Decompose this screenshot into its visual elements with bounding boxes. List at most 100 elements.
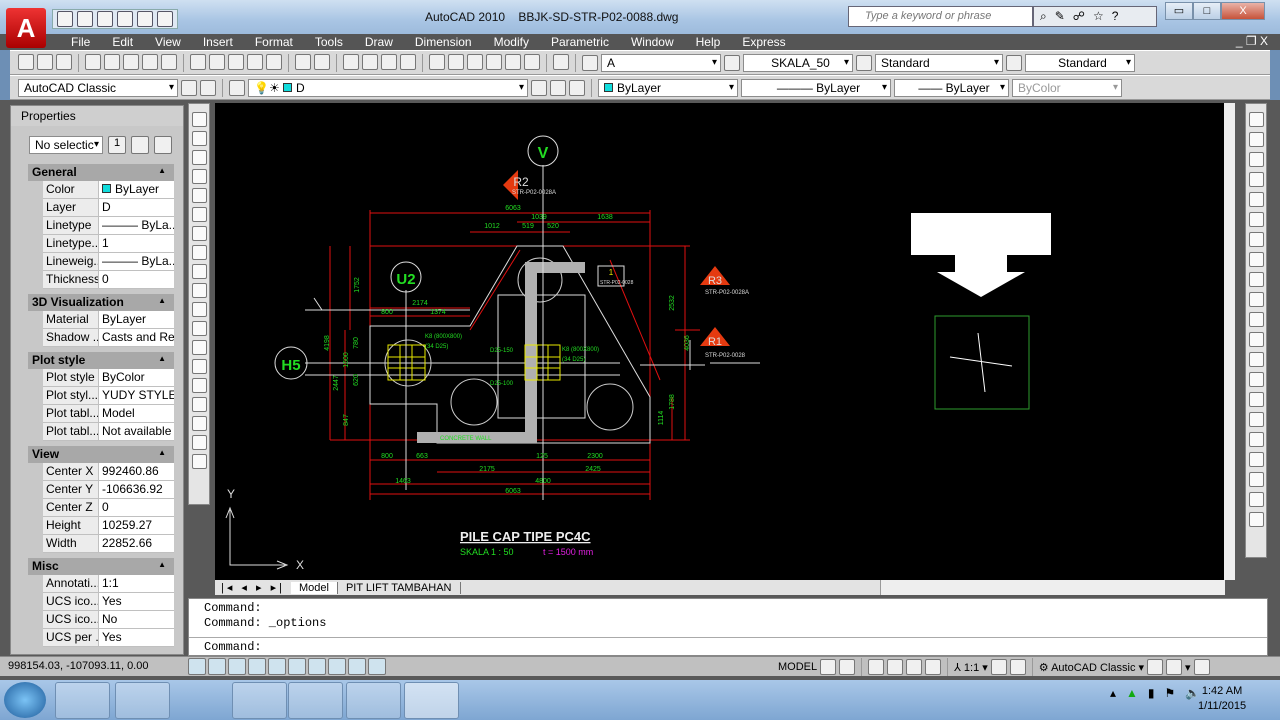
help-icon[interactable]: ? [1112,9,1119,24]
menu-dimension[interactable]: Dimension [404,34,483,50]
mirror-icon[interactable] [1248,152,1264,167]
multileader-style-icon[interactable] [1006,54,1022,71]
property-row[interactable]: Center Z0 [43,499,174,517]
markup-icon[interactable] [505,53,521,70]
chamfer-icon[interactable] [1248,392,1264,407]
property-row[interactable]: Layer D [43,199,174,217]
open-icon[interactable] [77,11,93,27]
property-row[interactable]: UCS ico... No [43,611,174,629]
property-value[interactable]: Yes [99,593,174,610]
property-row[interactable]: Linetype ——— ByLa... [43,217,174,235]
color-dropdown[interactable]: ByLayer [598,78,738,97]
property-row[interactable]: Material ByLayer [43,311,174,329]
linetype-dropdown[interactable]: ——— ByLayer [741,78,891,97]
property-value[interactable]: ByLayer [99,311,174,328]
taskbar-sticky-notes[interactable] [346,682,401,719]
property-row[interactable]: Center X 992460.86 [43,463,174,481]
property-group-header[interactable]: View [28,446,174,463]
quick-view-layouts-icon[interactable] [820,659,837,675]
property-value[interactable]: -106636.92 [99,481,174,498]
tab-model[interactable]: Model [290,581,338,594]
property-value[interactable]: D [99,199,174,216]
copy-object-icon[interactable] [1248,132,1264,147]
extend-icon[interactable] [1248,312,1264,327]
action-center-icon[interactable]: ⚑ [1165,686,1176,700]
trim-icon[interactable] [1248,292,1264,307]
zoom-icon[interactable] [887,659,904,675]
menu-tools[interactable]: Tools [304,34,354,50]
property-row[interactable]: Shadow ...Casts and Re... [43,329,174,347]
property-value[interactable]: ——— ByLa... [99,253,174,270]
match-properties-icon[interactable] [247,53,263,70]
property-row[interactable]: Plot styl...YUDY STYLE... [43,387,174,405]
layer-state-icon[interactable] [569,79,585,96]
rectangle-icon[interactable] [191,188,207,203]
showmotion-icon[interactable] [925,659,942,675]
property-value[interactable]: ——— ByLa... [99,217,174,234]
property-value[interactable]: Not available [99,423,174,440]
zoom-window-icon[interactable] [381,53,397,70]
horizontal-scrollbar[interactable] [880,580,1225,595]
polyline-icon[interactable] [191,150,207,165]
open-icon[interactable] [37,53,53,70]
property-value[interactable]: 1 [99,235,174,252]
toolbar-lock-icon[interactable] [1147,659,1164,675]
plotstyle-dropdown[interactable]: ByColor [1012,78,1122,97]
circle-icon[interactable] [191,226,207,241]
menu-help[interactable]: Help [685,34,732,50]
grid-display-icon[interactable] [208,658,226,675]
layer-properties-icon[interactable] [229,79,245,96]
move-icon[interactable] [1248,212,1264,227]
break-at-point-icon[interactable] [1248,332,1264,347]
plot-preview-icon[interactable] [104,53,120,70]
save-icon[interactable] [97,11,113,27]
fillet-icon[interactable] [1248,412,1264,427]
object-snap-tracking-icon[interactable] [288,658,306,675]
gradient-icon[interactable] [191,397,207,412]
menu-file[interactable]: File [60,34,101,50]
quick-view-drawings-icon[interactable] [839,659,856,675]
lineweight-icon[interactable] [348,658,366,675]
pan-icon[interactable] [868,659,885,675]
search-input[interactable]: Type a keyword or phrase [848,6,1033,27]
line-icon[interactable] [191,112,207,127]
network-icon[interactable]: ▮ [1148,686,1155,700]
taskbar-autocad-2010[interactable] [404,682,459,719]
property-value[interactable]: No [99,611,174,628]
block-editor-icon[interactable] [266,53,282,70]
point-icon[interactable] [191,359,207,374]
dim-style-icon[interactable] [724,54,740,71]
rotate-icon[interactable] [1248,232,1264,247]
taskbar-media-player[interactable] [288,682,343,719]
table-style-dropdown[interactable]: Standard [875,53,1003,72]
property-value[interactable]: ByColor [99,369,174,386]
sheet-set-icon[interactable] [161,53,177,70]
property-row[interactable]: Plot tabl... Model [43,405,174,423]
property-group-header[interactable]: General [28,164,174,181]
publish-icon[interactable] [123,53,139,70]
tab-navigation-arrows[interactable]: |◂ ◂ ▸ ▸| [215,581,291,594]
command-prompt[interactable]: Command: [204,640,262,654]
auto-scale-icon[interactable] [1009,659,1026,675]
make-current-layer-icon[interactable] [531,79,547,96]
property-row[interactable]: Plot style ByColor [43,369,174,387]
lineweight-dropdown[interactable]: —— ByLayer [894,78,1009,97]
redo-icon[interactable] [314,53,330,70]
workspace-settings-icon[interactable] [181,79,197,96]
property-group-header[interactable]: Misc [28,558,174,575]
3d-print-icon[interactable] [142,53,158,70]
status-menu-icon[interactable]: ▾ [1185,661,1191,674]
minimize-button[interactable]: ▭ [1165,2,1193,20]
region-icon[interactable] [191,416,207,431]
explode-icon[interactable] [1248,432,1264,447]
pickadd-toggle[interactable]: 1 [108,136,126,154]
menu-express[interactable]: Express [731,34,796,50]
pan-icon[interactable] [343,53,359,70]
polygon-icon[interactable] [191,169,207,184]
construction-line-icon[interactable] [191,131,207,146]
property-group-header[interactable]: 3D Visualization [28,294,174,311]
scale-icon[interactable] [1248,252,1264,267]
favorites-icon[interactable]: ☆ [1093,9,1104,24]
model-space-button[interactable]: MODEL [778,661,817,673]
polar-tracking-icon[interactable] [248,658,266,675]
